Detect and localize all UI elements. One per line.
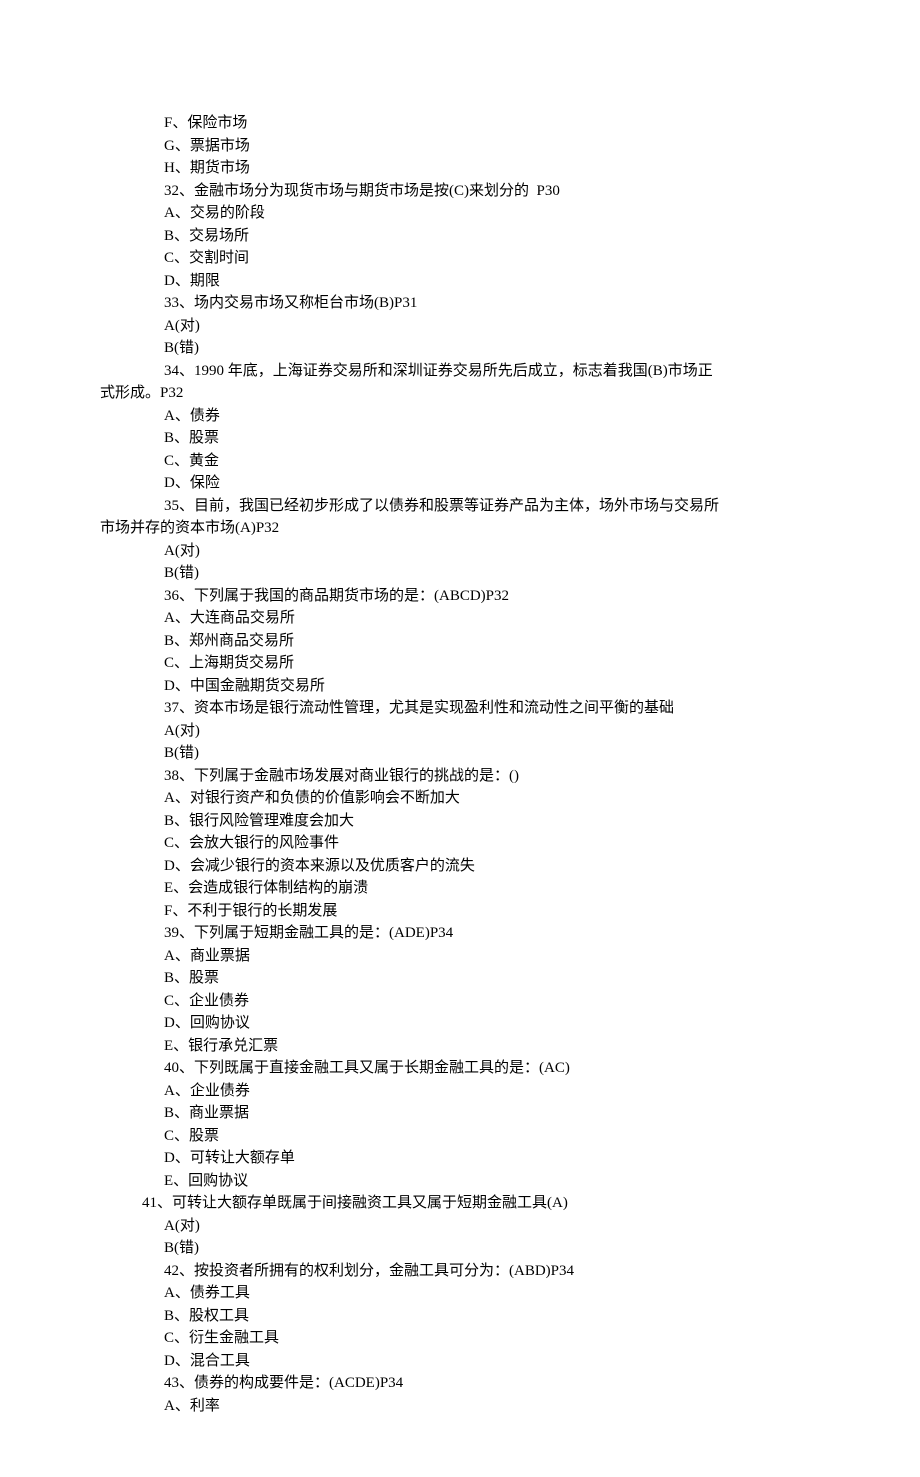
text-line: D、混合工具 bbox=[100, 1350, 820, 1373]
text-line: F、保险市场 bbox=[100, 112, 820, 135]
text-line: B、交易场所 bbox=[100, 225, 820, 248]
text-line: 36、下列属于我国的商品期货市场的是：(ABCD)P32 bbox=[100, 585, 820, 608]
text-line: C、企业债券 bbox=[100, 990, 820, 1013]
text-line: A、债券工具 bbox=[100, 1282, 820, 1305]
text-line: D、会减少银行的资本来源以及优质客户的流失 bbox=[100, 855, 820, 878]
text-line: B、银行风险管理难度会加大 bbox=[100, 810, 820, 833]
text-line: E、回购协议 bbox=[100, 1170, 820, 1193]
text-line: B(错) bbox=[100, 562, 820, 585]
text-line: C、衍生金融工具 bbox=[100, 1327, 820, 1350]
text-line: A、商业票据 bbox=[100, 945, 820, 968]
text-line: B、商业票据 bbox=[100, 1102, 820, 1125]
text-line: C、上海期货交易所 bbox=[100, 652, 820, 675]
text-line: A、企业债券 bbox=[100, 1080, 820, 1103]
text-line: 37、资本市场是银行流动性管理，尤其是实现盈利性和流动性之间平衡的基础 bbox=[100, 697, 820, 720]
text-line: D、保险 bbox=[100, 472, 820, 495]
text-line: A、利率 bbox=[100, 1395, 820, 1418]
text-line: 式形成。P32 bbox=[100, 382, 820, 405]
text-line: B、郑州商品交易所 bbox=[100, 630, 820, 653]
text-line: 33、场内交易市场又称柜台市场(B)P31 bbox=[100, 292, 820, 315]
text-line: 32、金融市场分为现货市场与期货市场是按(C)来划分的 P30 bbox=[100, 180, 820, 203]
text-line: 41、可转让大额存单既属于间接融资工具又属于短期金融工具(A) bbox=[100, 1192, 820, 1215]
text-line: A、债券 bbox=[100, 405, 820, 428]
text-line: G、票据市场 bbox=[100, 135, 820, 158]
text-line: 34、1990 年底，上海证券交易所和深圳证券交易所先后成立，标志着我国(B)市… bbox=[100, 360, 820, 383]
text-line: C、会放大银行的风险事件 bbox=[100, 832, 820, 855]
text-line: A(对) bbox=[100, 540, 820, 563]
text-line: A(对) bbox=[100, 315, 820, 338]
text-line: E、会造成银行体制结构的崩溃 bbox=[100, 877, 820, 900]
text-line: C、交割时间 bbox=[100, 247, 820, 270]
text-line: D、回购协议 bbox=[100, 1012, 820, 1035]
text-line: F、不利于银行的长期发展 bbox=[100, 900, 820, 923]
text-line: A(对) bbox=[100, 720, 820, 743]
text-line: C、股票 bbox=[100, 1125, 820, 1148]
text-line: 市场并存的资本市场(A)P32 bbox=[100, 517, 820, 540]
text-line: B、股权工具 bbox=[100, 1305, 820, 1328]
text-line: B、股票 bbox=[100, 427, 820, 450]
text-line: A(对) bbox=[100, 1215, 820, 1238]
text-line: 38、下列属于金融市场发展对商业银行的挑战的是：() bbox=[100, 765, 820, 788]
text-line: 40、下列既属于直接金融工具又属于长期金融工具的是：(AC) bbox=[100, 1057, 820, 1080]
text-line: A、对银行资产和负债的价值影响会不断加大 bbox=[100, 787, 820, 810]
document-page: F、保险市场G、票据市场H、期货市场32、金融市场分为现货市场与期货市场是按(C… bbox=[0, 0, 920, 1477]
text-line: E、银行承兑汇票 bbox=[100, 1035, 820, 1058]
text-line: 39、下列属于短期金融工具的是：(ADE)P34 bbox=[100, 922, 820, 945]
text-line: B、股票 bbox=[100, 967, 820, 990]
text-line: 43、债券的构成要件是：(ACDE)P34 bbox=[100, 1372, 820, 1395]
text-line: 42、按投资者所拥有的权利划分，金融工具可分为：(ABD)P34 bbox=[100, 1260, 820, 1283]
text-line: D、可转让大额存单 bbox=[100, 1147, 820, 1170]
text-line: C、黄金 bbox=[100, 450, 820, 473]
text-line: 35、目前，我国已经初步形成了以债券和股票等证券产品为主体，场外市场与交易所 bbox=[100, 495, 820, 518]
text-line: D、期限 bbox=[100, 270, 820, 293]
text-line: A、交易的阶段 bbox=[100, 202, 820, 225]
text-line: D、中国金融期货交易所 bbox=[100, 675, 820, 698]
text-line: B(错) bbox=[100, 337, 820, 360]
text-line: B(错) bbox=[100, 742, 820, 765]
text-line: H、期货市场 bbox=[100, 157, 820, 180]
text-line: B(错) bbox=[100, 1237, 820, 1260]
text-line: A、大连商品交易所 bbox=[100, 607, 820, 630]
